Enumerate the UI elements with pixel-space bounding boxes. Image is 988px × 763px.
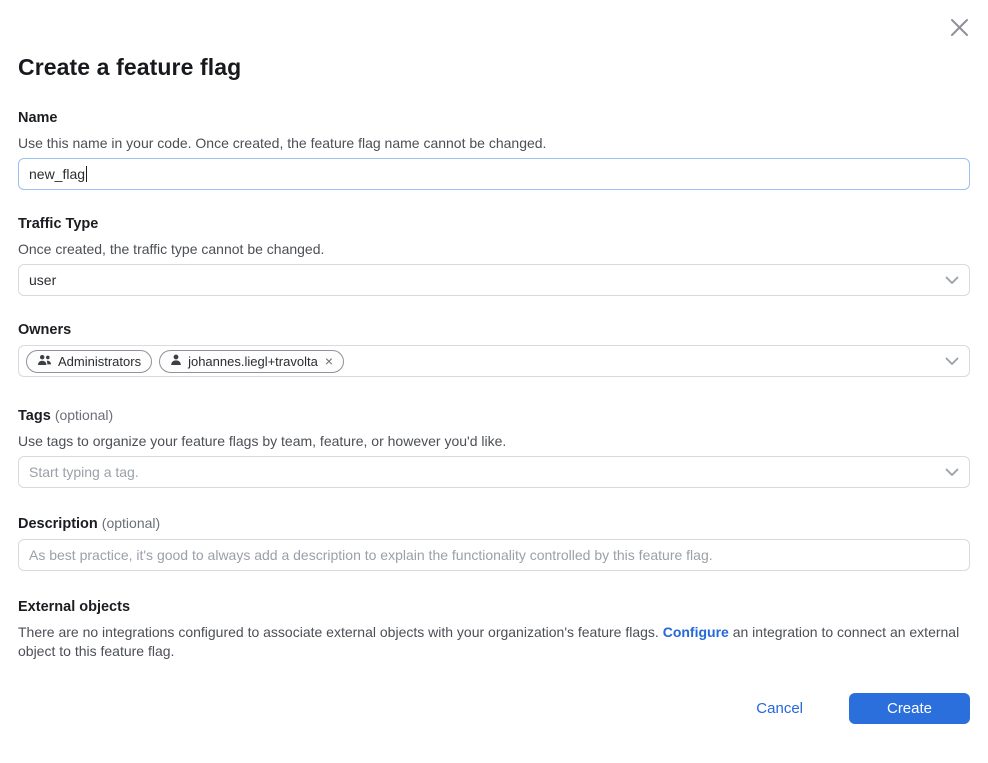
- close-icon: [950, 18, 969, 40]
- owners-label: Owners: [18, 321, 970, 339]
- description-optional-text: (optional): [102, 515, 160, 531]
- tags-optional-text: (optional): [55, 407, 113, 423]
- tags-label-text: Tags: [18, 408, 51, 424]
- name-help-text: Use this name in your code. Once created…: [18, 134, 970, 152]
- cancel-button[interactable]: Cancel: [756, 700, 803, 717]
- tags-label: Tags (optional): [18, 406, 970, 425]
- modal-footer: Cancel Create: [756, 693, 970, 724]
- chevron-down-icon: [945, 353, 959, 369]
- create-button[interactable]: Create: [849, 693, 970, 724]
- chevron-down-icon: [945, 464, 959, 480]
- traffic-type-label: Traffic Type: [18, 215, 970, 233]
- traffic-type-value: user: [29, 272, 937, 288]
- owner-chips: Administrators johannes.liegl+travolta ×: [26, 350, 937, 373]
- external-objects-text-before: There are no integrations configured to …: [18, 624, 663, 640]
- owners-select[interactable]: Administrators johannes.liegl+travolta ×: [18, 345, 970, 377]
- text-caret: [86, 166, 87, 182]
- close-button[interactable]: [946, 16, 972, 42]
- owner-chip-label: johannes.liegl+travolta: [188, 354, 318, 369]
- traffic-type-help-text: Once created, the traffic type cannot be…: [18, 240, 970, 258]
- owner-chip-administrators[interactable]: Administrators: [26, 350, 152, 373]
- owner-chip-user[interactable]: johannes.liegl+travolta ×: [159, 350, 344, 373]
- tags-input[interactable]: [29, 457, 937, 487]
- external-objects-text: There are no integrations configured to …: [18, 623, 970, 660]
- remove-owner-icon[interactable]: ×: [325, 354, 333, 368]
- person-icon: [170, 354, 182, 369]
- name-input[interactable]: new_flag: [18, 158, 970, 190]
- description-input[interactable]: [18, 539, 970, 571]
- traffic-type-select[interactable]: user: [18, 264, 970, 296]
- name-input-value: new_flag: [29, 166, 85, 182]
- description-label-text: Description: [18, 516, 98, 532]
- name-label: Name: [18, 109, 970, 127]
- create-feature-flag-modal: Create a feature flag Name Use this name…: [0, 0, 988, 763]
- tags-help-text: Use tags to organize your feature flags …: [18, 432, 970, 450]
- description-label: Description (optional): [18, 514, 970, 533]
- group-icon: [37, 354, 52, 369]
- owner-chip-label: Administrators: [58, 354, 141, 369]
- external-objects-label: External objects: [18, 598, 970, 616]
- configure-link[interactable]: Configure: [663, 624, 729, 640]
- chevron-down-icon: [945, 272, 959, 288]
- modal-title: Create a feature flag: [18, 0, 970, 82]
- tags-select[interactable]: [18, 456, 970, 488]
